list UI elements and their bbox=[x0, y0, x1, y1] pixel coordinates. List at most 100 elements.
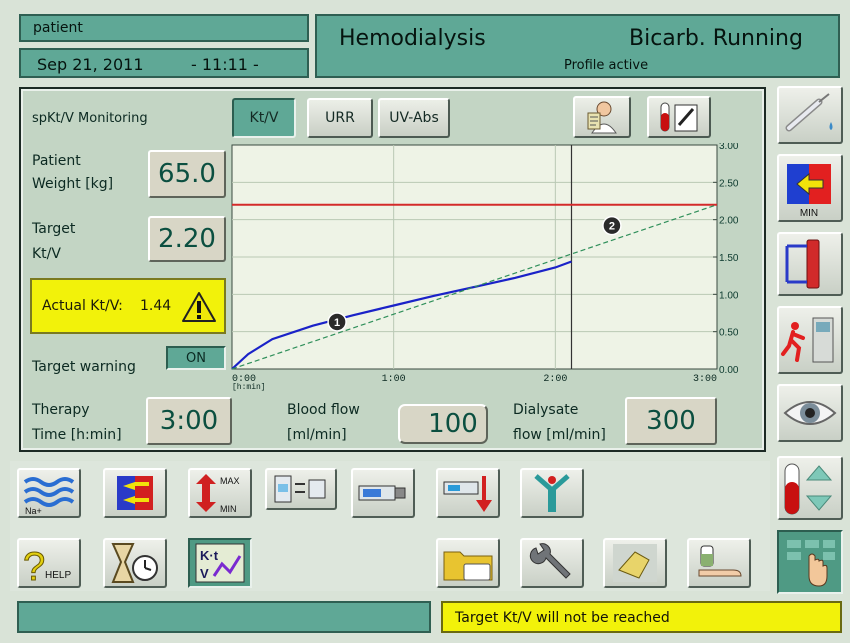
target-label-2: Kt/V bbox=[32, 246, 61, 262]
card-folder-button[interactable] bbox=[436, 538, 500, 588]
therapy-time-field[interactable]: 3:00 bbox=[146, 397, 232, 445]
blood-flow-label-1: Blood flow bbox=[287, 402, 360, 418]
target-warning-label: Target warning bbox=[32, 359, 136, 375]
x-unit-label: [h:min] bbox=[232, 383, 266, 392]
target-warning-state: ON bbox=[186, 350, 206, 366]
service-button[interactable] bbox=[520, 538, 584, 588]
tab-uv-abs-label: UV-Abs bbox=[389, 110, 439, 126]
dialysate-label-1: Dialysate bbox=[513, 402, 579, 418]
dialyzer-icon bbox=[785, 239, 820, 289]
syringe-button[interactable] bbox=[777, 86, 843, 144]
doctor-button[interactable] bbox=[573, 96, 631, 138]
actual-ktv-box: Actual Kt/V: 1.44 bbox=[30, 278, 226, 334]
therapy-label-1: Therapy bbox=[32, 402, 90, 418]
sequential-button[interactable] bbox=[265, 468, 337, 510]
target-warning-toggle[interactable]: ON bbox=[166, 346, 226, 370]
sodium-profile-button[interactable]: Na+ bbox=[17, 468, 81, 518]
running-person-icon bbox=[781, 317, 834, 363]
view-button[interactable] bbox=[777, 384, 843, 442]
screen-lock-button[interactable] bbox=[777, 530, 843, 594]
tab-uv-abs[interactable]: UV-Abs bbox=[378, 98, 450, 138]
therapy-time-value: 3:00 bbox=[159, 406, 219, 436]
bolus-button[interactable] bbox=[436, 468, 500, 518]
tab-urr-label: URR bbox=[325, 110, 355, 126]
patient-label: patient bbox=[33, 20, 83, 36]
timer-button[interactable] bbox=[103, 538, 167, 588]
patient-connect-button[interactable] bbox=[687, 538, 751, 588]
tab-urr[interactable]: URR bbox=[307, 98, 373, 138]
dialysate-flow-value: 300 bbox=[646, 406, 696, 436]
doctor-icon bbox=[587, 101, 617, 134]
uf-min-icon: MIN bbox=[787, 164, 831, 219]
uf-min-badge: MIN bbox=[800, 208, 818, 219]
limits-arrow-icon: MAX MIN bbox=[196, 474, 240, 514]
blood-pump-adjust-button[interactable] bbox=[777, 456, 843, 520]
cleaning-hand-icon bbox=[613, 544, 657, 582]
kt-v-chart: 0.000.501.001.502.002.503.000:00 1:00 2:00… bbox=[231, 143, 739, 392]
status-message: Target Kt/V will not be reached bbox=[455, 610, 670, 626]
lab-record-button[interactable] bbox=[647, 96, 711, 138]
svg-text:?: ? bbox=[23, 545, 45, 586]
disinfection-button[interactable] bbox=[603, 538, 667, 588]
limits-button[interactable]: MAX MIN bbox=[188, 468, 252, 518]
limits-min-label: MIN bbox=[220, 504, 237, 514]
heparin-syringe-icon bbox=[358, 485, 406, 501]
x-tick-label: 1:00 bbox=[382, 374, 406, 385]
y-tick-label: 2.50 bbox=[719, 178, 739, 189]
infusion-button[interactable] bbox=[520, 468, 584, 518]
bolus-icon bbox=[443, 476, 492, 512]
uf-min-button[interactable]: MIN bbox=[777, 154, 843, 222]
actual-ktv-value: 1.44 bbox=[140, 298, 172, 314]
status-left bbox=[17, 601, 431, 633]
marker-label: 1 bbox=[334, 317, 340, 329]
weight-value-field[interactable]: 65.0 bbox=[148, 150, 226, 198]
help-label: HELP bbox=[45, 570, 71, 581]
weight-label-1: Patient bbox=[32, 153, 81, 169]
sodium-waves-icon: Na+ bbox=[23, 477, 75, 516]
help-button[interactable]: ? HELP bbox=[17, 538, 81, 590]
blood-flow-label-2: [ml/min] bbox=[287, 427, 347, 443]
mode-box: Hemodialysis Bicarb. Running Profile act… bbox=[315, 14, 840, 78]
ktv-button[interactable]: K·t V bbox=[188, 538, 252, 588]
uf-arrows-icon bbox=[117, 476, 153, 510]
date-text: Sep 21, 2011 bbox=[37, 55, 144, 74]
actual-ktv-label: Actual Kt/V: bbox=[42, 298, 123, 314]
dialysate-label-2: flow [ml/min] bbox=[513, 427, 606, 443]
monitor-title: spKt/V Monitoring bbox=[32, 111, 148, 126]
blood-level-icon bbox=[784, 463, 833, 515]
marker-label: 2 bbox=[609, 221, 615, 233]
svg-text:V: V bbox=[200, 566, 209, 581]
y-tick-label: 0.50 bbox=[719, 328, 739, 339]
target-value: 2.20 bbox=[158, 224, 216, 254]
y-tick-label: 1.00 bbox=[719, 290, 739, 301]
y-tick-label: 2.00 bbox=[719, 216, 739, 227]
x-tick-label: 2:00 bbox=[543, 374, 567, 385]
dialysate-flow-field[interactable]: 300 bbox=[625, 397, 717, 445]
emergency-button[interactable] bbox=[777, 306, 843, 374]
profile-text: Profile active bbox=[564, 58, 649, 73]
blood-flow-value: 100 bbox=[428, 409, 478, 439]
warning-icon bbox=[182, 292, 216, 322]
syringe-icon bbox=[785, 93, 833, 132]
weight-label-2: Weight [kg] bbox=[32, 176, 114, 192]
ktv-chart-icon: K·t V bbox=[195, 543, 245, 583]
sodium-label: Na+ bbox=[25, 506, 42, 516]
eye-icon bbox=[783, 401, 837, 425]
help-question-icon: ? HELP bbox=[23, 545, 72, 590]
datetime-box: Sep 21, 2011 - 11:11 - bbox=[19, 48, 309, 78]
tab-kt-v[interactable]: Kt/V bbox=[232, 98, 296, 138]
heparin-button[interactable] bbox=[351, 468, 415, 518]
blood-tube-icon bbox=[660, 102, 698, 132]
blood-flow-field[interactable]: 100 bbox=[398, 404, 488, 444]
therapy-label-2: Time [h:min] bbox=[32, 427, 122, 443]
infusion-y-icon bbox=[534, 474, 570, 512]
hourglass-clock-icon bbox=[111, 543, 158, 583]
status-text: Bicarb. Running bbox=[629, 26, 803, 51]
bypass-button[interactable] bbox=[777, 232, 843, 296]
hand-keypad-icon bbox=[787, 540, 835, 587]
target-value-field[interactable]: 2.20 bbox=[148, 216, 226, 262]
tab-kt-v-label: Kt/V bbox=[249, 110, 279, 126]
sequential-icon bbox=[274, 475, 326, 503]
uf-profile-button[interactable] bbox=[103, 468, 167, 518]
patient-name-box[interactable]: patient bbox=[19, 14, 309, 42]
